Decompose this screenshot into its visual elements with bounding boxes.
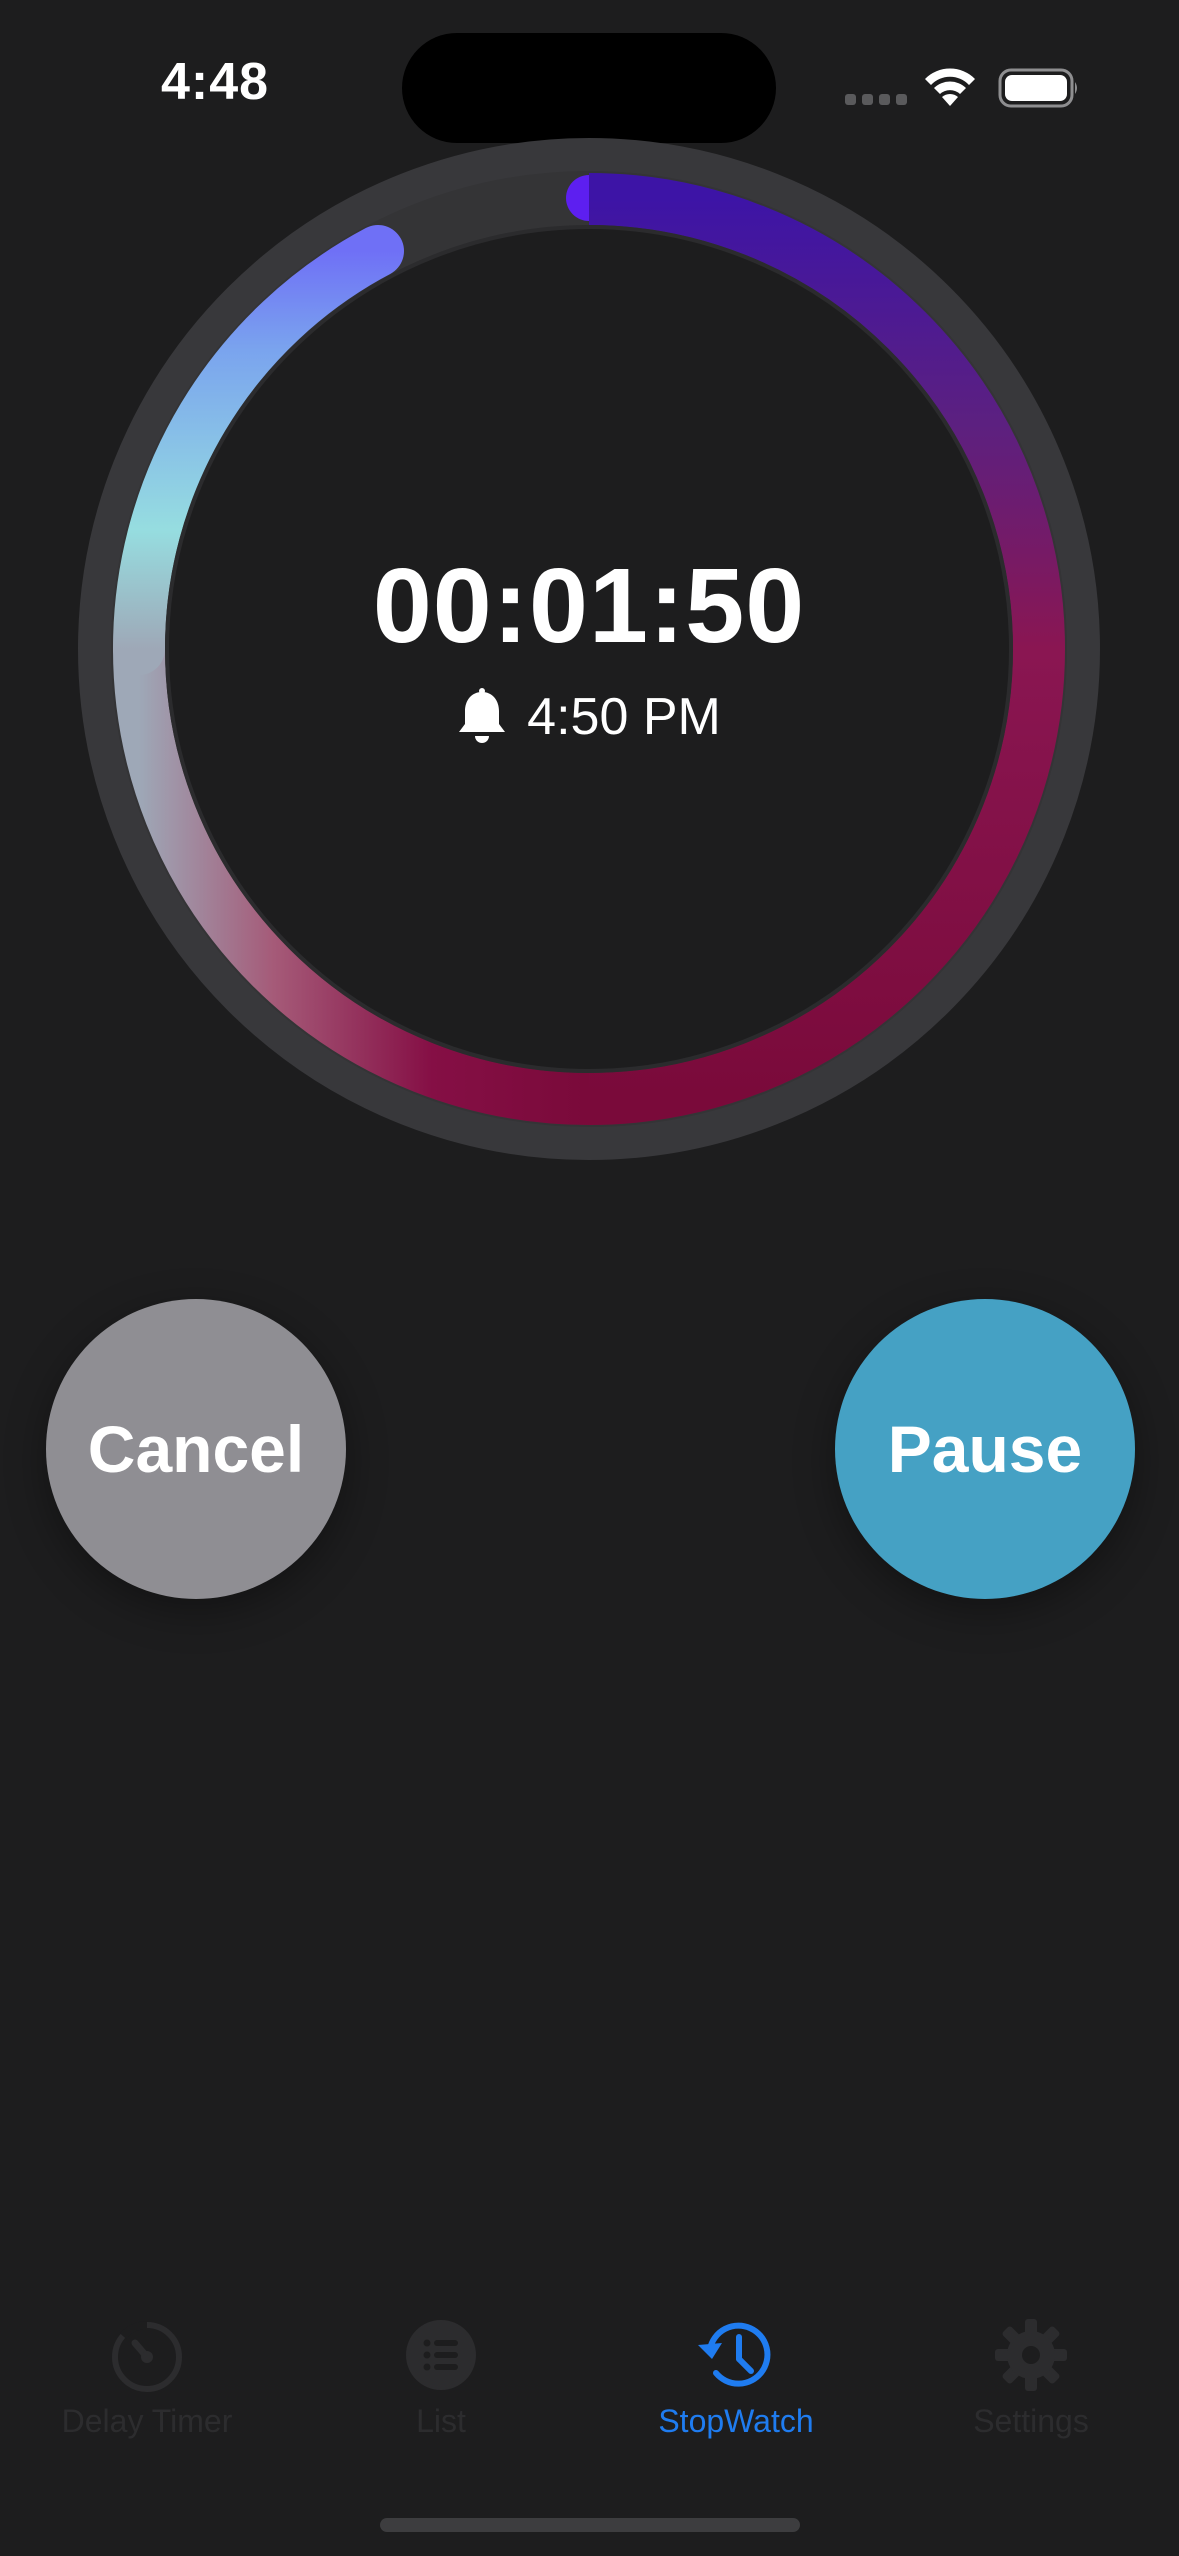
pause-button[interactable]: Pause bbox=[835, 1299, 1135, 1599]
tab-settings[interactable]: Settings bbox=[884, 2315, 1178, 2475]
gear-icon bbox=[995, 2319, 1067, 2391]
timer-remaining: 00:01:50 bbox=[372, 547, 806, 665]
tab-bar: Delay Timer List StopWatch Settings bbox=[0, 2315, 1179, 2475]
history-clock-icon bbox=[698, 2322, 771, 2387]
list-icon bbox=[406, 2320, 476, 2390]
tab-list[interactable]: List bbox=[294, 2315, 588, 2475]
alarm-time-row: 4:50 PM bbox=[389, 682, 789, 752]
tab-label-stopwatch: StopWatch bbox=[658, 2403, 814, 2439]
tab-label-list: List bbox=[416, 2403, 466, 2439]
stopwatch-icon bbox=[112, 2321, 182, 2392]
tab-delay-timer[interactable]: Delay Timer bbox=[0, 2315, 294, 2475]
tab-label-settings: Settings bbox=[973, 2403, 1089, 2439]
tab-label-delay-timer: Delay Timer bbox=[61, 2403, 233, 2439]
cancel-button[interactable]: Cancel bbox=[46, 1299, 346, 1599]
home-indicator[interactable] bbox=[380, 2518, 800, 2532]
alarm-time: 4:50 PM bbox=[527, 688, 721, 746]
tab-stopwatch[interactable]: StopWatch bbox=[589, 2315, 883, 2475]
bell-icon bbox=[459, 688, 506, 743]
